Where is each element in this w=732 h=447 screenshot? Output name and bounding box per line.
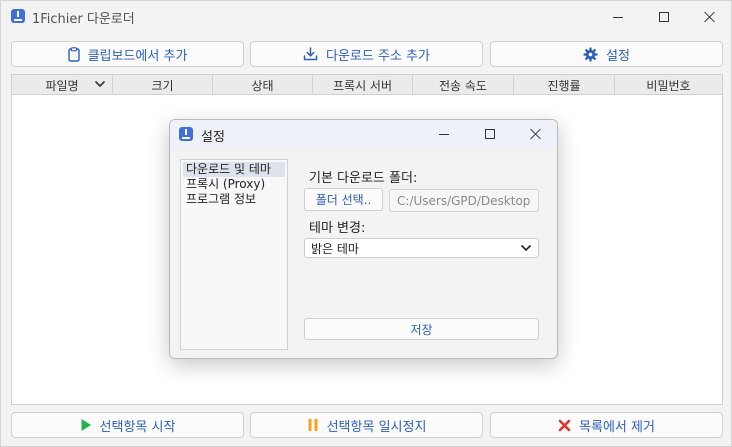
pause-icon	[308, 419, 318, 431]
column-header-label: 전송 속도	[439, 78, 487, 93]
pause-selected-label: 선택항목 일시정지	[326, 419, 427, 435]
play-icon	[81, 419, 91, 431]
settings-dialog-title: 설정	[201, 130, 225, 145]
app-download-icon	[179, 127, 193, 141]
column-header-password[interactable]: 비밀번호	[615, 75, 722, 95]
column-header-size[interactable]: 크기	[113, 75, 213, 95]
column-header-label: 프록시 서버	[332, 78, 392, 93]
gear-icon	[583, 46, 598, 62]
maximize-button[interactable]	[641, 1, 687, 33]
column-header-filename[interactable]: 파일명	[12, 75, 113, 95]
column-header-progress[interactable]: 진행률	[514, 75, 615, 95]
remove-x-icon	[558, 419, 571, 431]
minimize-button[interactable]	[595, 1, 641, 33]
settings-dialog: 설정 다운로드 및 테마 프록시 (Proxy) 프로그램 정보 기본 다운로드…	[169, 119, 558, 359]
window-title: 1Fichier 다운로더	[32, 12, 135, 27]
download-folder-label: 기본 다운로드 폴더:	[309, 171, 418, 186]
remove-from-list-button[interactable]: 목록에서 제거	[490, 412, 723, 438]
add-download-url-button[interactable]: 다운로드 주소 추가	[250, 41, 483, 67]
column-header-label: 비밀번호	[646, 78, 691, 93]
maximize-icon	[659, 12, 669, 22]
minimize-icon	[439, 133, 449, 135]
close-button[interactable]	[687, 1, 732, 33]
nav-item-download-theme[interactable]: 다운로드 및 테마	[183, 162, 285, 177]
paste-from-clipboard-button[interactable]: 클립보드에서 추가	[11, 41, 244, 67]
column-header-proxy[interactable]: 프록시 서버	[313, 75, 413, 95]
theme-label: 테마 변경:	[309, 221, 366, 236]
settings-button[interactable]: 설정	[490, 41, 723, 67]
title-bar[interactable]: 1Fichier 다운로더	[1, 1, 731, 33]
chevron-down-icon	[520, 244, 532, 252]
theme-select[interactable]: 밝은 테마	[304, 238, 539, 258]
dialog-minimize-button[interactable]	[421, 120, 467, 148]
column-header-label: 상태	[251, 78, 274, 93]
app-download-icon	[11, 9, 25, 23]
minimize-icon	[613, 16, 623, 18]
paste-from-clipboard-label: 클립보드에서 추가	[87, 48, 188, 64]
nav-item-about[interactable]: 프로그램 정보	[183, 192, 285, 207]
theme-select-value: 밝은 테마	[311, 241, 359, 256]
start-selected-label: 선택항목 시작	[99, 419, 176, 435]
column-header-status[interactable]: 상태	[213, 75, 313, 95]
remove-from-list-label: 목록에서 제거	[579, 419, 655, 435]
settings-dialog-title-bar[interactable]: 설정	[170, 120, 557, 150]
column-header-label: 크기	[151, 78, 174, 93]
column-header-label: 진행률	[547, 78, 581, 93]
download-icon	[303, 47, 318, 61]
close-icon	[704, 11, 716, 23]
dialog-maximize-button[interactable]	[467, 120, 513, 148]
column-header-label: 파일명	[45, 78, 79, 93]
table-header: 파일명 크기 상태 프록시 서버 전송 속도 진행률 비밀번호	[12, 75, 722, 95]
settings-nav-list[interactable]: 다운로드 및 테마 프록시 (Proxy) 프로그램 정보	[180, 159, 288, 350]
download-folder-path-field[interactable]: C:/Users/GPD/Desktop	[389, 189, 539, 212]
add-download-url-label: 다운로드 주소 추가	[326, 48, 430, 64]
maximize-icon	[485, 129, 495, 139]
nav-item-proxy[interactable]: 프록시 (Proxy)	[183, 177, 285, 192]
settings-label: 설정	[606, 48, 630, 64]
sort-chevron-down-icon	[94, 80, 106, 88]
pause-selected-button[interactable]: 선택항목 일시정지	[250, 412, 483, 438]
close-icon	[530, 128, 542, 140]
dialog-close-button[interactable]	[513, 120, 557, 148]
select-folder-button[interactable]: 폴더 선택..	[304, 188, 383, 211]
clipboard-icon	[67, 46, 80, 62]
start-selected-button[interactable]: 선택항목 시작	[11, 412, 244, 438]
column-header-speed[interactable]: 전송 속도	[413, 75, 514, 95]
save-button[interactable]: 저장	[304, 318, 539, 340]
